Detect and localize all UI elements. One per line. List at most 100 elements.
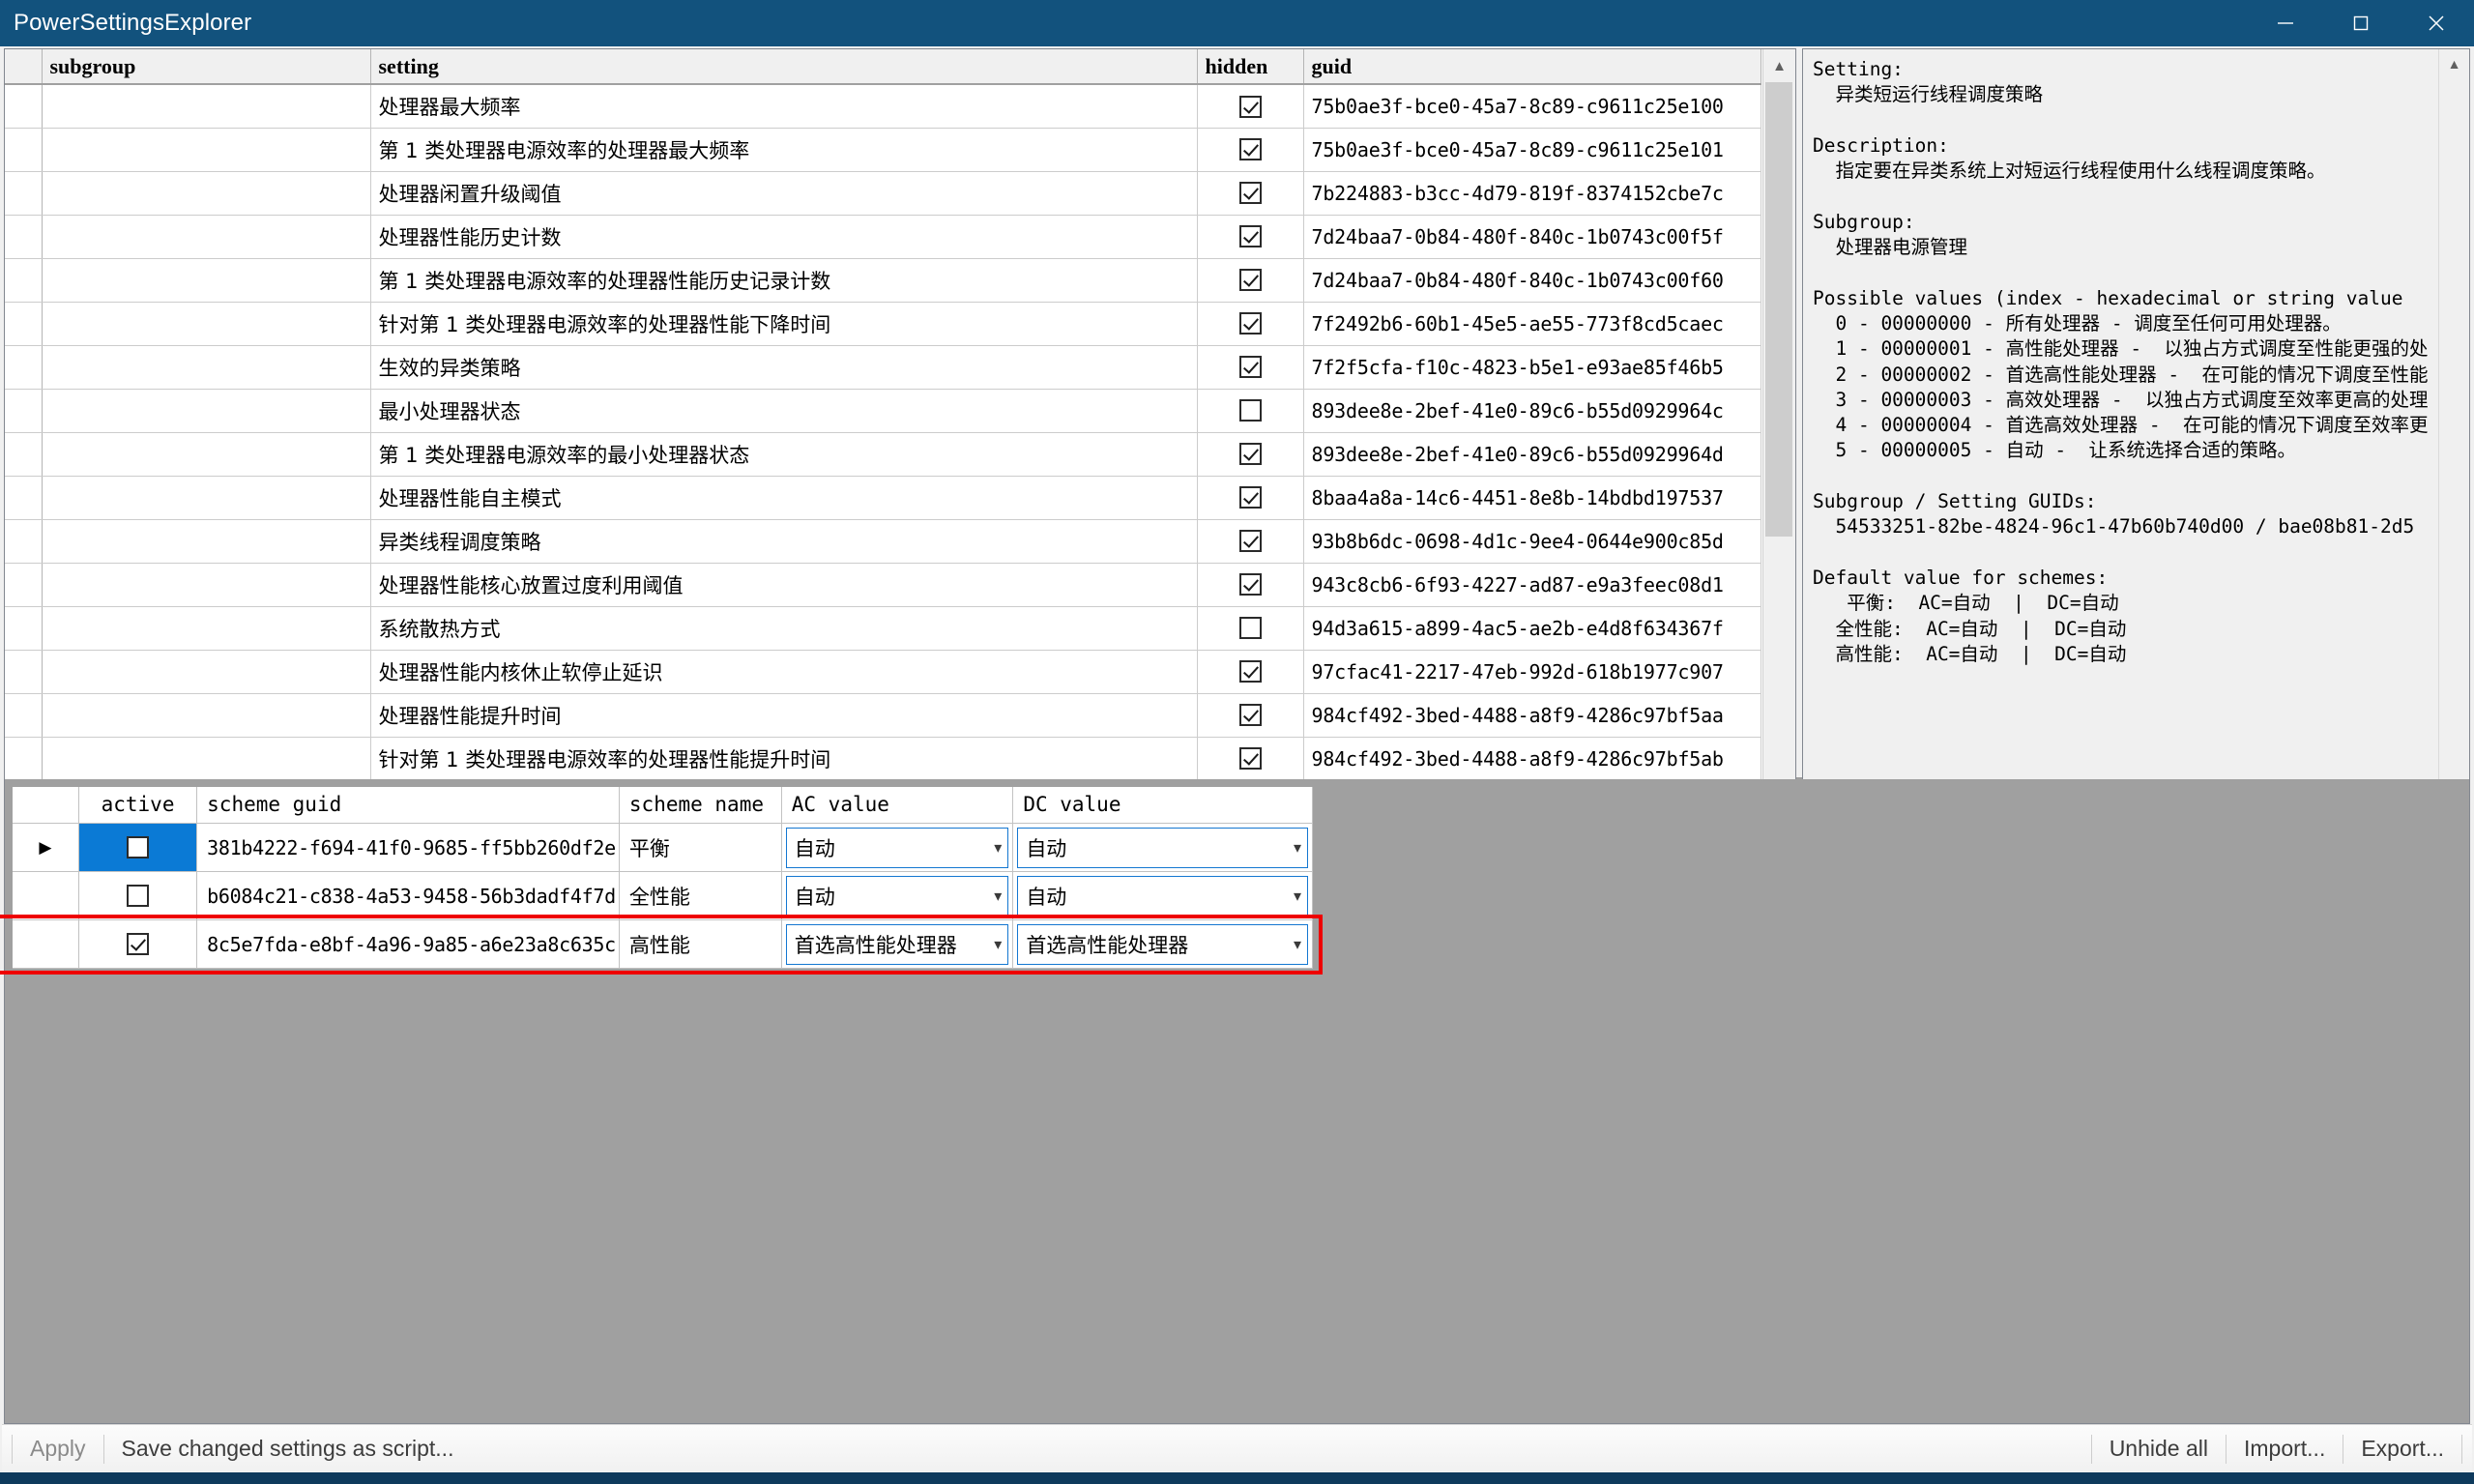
table-row[interactable]: 第 1 类处理器电源效率的处理器最大频率75b0ae3f-bce0-45a7-8… (5, 128, 1761, 171)
cell-guid[interactable]: 7f2492b6-60b1-45e5-ae55-773f8cd5caec (1303, 302, 1761, 345)
table-row[interactable]: 第 1 类处理器电源效率的最小处理器状态893dee8e-2bef-41e0-8… (5, 432, 1761, 476)
cell-setting[interactable]: 处理器性能核心放置过度利用阈值 (370, 563, 1197, 606)
column-header-rowselector[interactable] (5, 49, 42, 84)
cell-subgroup[interactable] (42, 563, 370, 606)
dc-value-dropdown[interactable]: 首选高性能处理器▾ (1017, 924, 1308, 965)
cell-guid[interactable]: 7f2f5cfa-f10c-4823-b5e1-e93ae85f46b5 (1303, 345, 1761, 389)
cell-ac-value[interactable]: 自动▾ (781, 872, 1013, 920)
cell-ac-value[interactable]: 首选高性能处理器▾ (781, 920, 1013, 969)
cell-hidden[interactable] (1197, 302, 1303, 345)
cell-active[interactable] (78, 872, 196, 920)
table-row[interactable]: 处理器闲置升级阈值7b224883-b3cc-4d79-819f-8374152… (5, 171, 1761, 215)
cell-subgroup[interactable] (42, 258, 370, 302)
scheme-row[interactable]: b6084c21-c838-4a53-9458-56b3dadf4f7d全性能自… (13, 872, 1313, 920)
cell-hidden[interactable] (1197, 563, 1303, 606)
chevron-up-icon[interactable]: ▲ (2439, 49, 2470, 78)
cell-dc-value[interactable]: 自动▾ (1013, 824, 1313, 872)
cell-scheme-name[interactable]: 高性能 (619, 920, 781, 969)
row-selector-cell[interactable] (5, 737, 42, 780)
cell-guid[interactable]: 943c8cb6-6f93-4227-ad87-e9a3feec08d1 (1303, 563, 1761, 606)
export-button[interactable]: Export... (2353, 1436, 2452, 1462)
hidden-checkbox[interactable] (1239, 617, 1262, 639)
cell-hidden[interactable] (1197, 476, 1303, 519)
close-button[interactable] (2399, 0, 2474, 46)
cell-hidden[interactable] (1197, 171, 1303, 215)
table-row[interactable]: 处理器性能提升时间984cf492-3bed-4488-a8f9-4286c97… (5, 693, 1761, 737)
cell-hidden[interactable] (1197, 606, 1303, 650)
cell-hidden[interactable] (1197, 650, 1303, 693)
cell-subgroup[interactable] (42, 215, 370, 258)
cell-hidden[interactable] (1197, 432, 1303, 476)
active-checkbox[interactable] (127, 933, 149, 955)
cell-subgroup[interactable] (42, 171, 370, 215)
hidden-checkbox[interactable] (1239, 96, 1262, 118)
cell-guid[interactable]: 93b8b6dc-0698-4d1c-9ee4-0644e900c85d (1303, 519, 1761, 563)
row-selector-cell[interactable] (5, 519, 42, 563)
cell-hidden[interactable] (1197, 737, 1303, 780)
cell-hidden[interactable] (1197, 693, 1303, 737)
cell-ac-value[interactable]: 自动▾ (781, 824, 1013, 872)
minimize-button[interactable] (2248, 0, 2323, 46)
maximize-button[interactable] (2323, 0, 2399, 46)
row-selector-cell[interactable] (5, 128, 42, 171)
cell-guid[interactable]: 984cf492-3bed-4488-a8f9-4286c97bf5ab (1303, 737, 1761, 780)
hidden-checkbox[interactable] (1239, 399, 1262, 422)
import-button[interactable]: Import... (2236, 1436, 2333, 1462)
cell-subgroup[interactable] (42, 432, 370, 476)
cell-setting[interactable]: 针对第 1 类处理器电源效率的处理器性能下降时间 (370, 302, 1197, 345)
cell-setting[interactable]: 处理器性能自主模式 (370, 476, 1197, 519)
hidden-checkbox[interactable] (1239, 182, 1262, 204)
cell-guid[interactable]: 8baa4a8a-14c6-4451-8e8b-14bdbd197537 (1303, 476, 1761, 519)
hidden-checkbox[interactable] (1239, 530, 1262, 552)
cell-guid[interactable]: 893dee8e-2bef-41e0-89c6-b55d0929964c (1303, 389, 1761, 432)
table-row[interactable]: 针对第 1 类处理器电源效率的处理器性能下降时间 7f2492b6-60b1-45… (5, 302, 1761, 345)
cell-setting[interactable]: 生效的异类策略 (370, 345, 1197, 389)
row-selector-cell[interactable] (5, 171, 42, 215)
cell-subgroup[interactable] (42, 519, 370, 563)
table-row[interactable]: 系统散热方式94d3a615-a899-4ac5-ae2b-e4d8f63436… (5, 606, 1761, 650)
unhide-all-button[interactable]: Unhide all (2102, 1436, 2216, 1462)
row-selector-cell[interactable] (5, 84, 42, 128)
apply-button[interactable]: Apply (22, 1436, 94, 1462)
save-script-button[interactable]: Save changed settings as script... (114, 1436, 462, 1462)
scheme-row-selector-cell[interactable]: ▶ (13, 824, 78, 872)
cell-dc-value[interactable]: 首选高性能处理器▾ (1013, 920, 1313, 969)
cell-subgroup[interactable] (42, 84, 370, 128)
cell-subgroup[interactable] (42, 606, 370, 650)
column-header-setting[interactable]: setting (370, 49, 1197, 84)
cell-subgroup[interactable] (42, 302, 370, 345)
ac-value-dropdown[interactable]: 自动▾ (786, 828, 1009, 868)
table-row[interactable]: 处理器性能内核休止软停止延识97cfac41-2217-47eb-992d-61… (5, 650, 1761, 693)
cell-setting[interactable]: 第 1 类处理器电源效率的处理器最大频率 (370, 128, 1197, 171)
active-checkbox[interactable] (127, 836, 149, 858)
hidden-checkbox[interactable] (1239, 138, 1262, 160)
cell-subgroup[interactable] (42, 128, 370, 171)
cell-guid[interactable]: 984cf492-3bed-4488-a8f9-4286c97bf5aa (1303, 693, 1761, 737)
hidden-checkbox[interactable] (1239, 747, 1262, 770)
scroll-up-arrow-icon[interactable]: ▲ (1763, 49, 1796, 82)
column-header-scheme-rowselector[interactable] (13, 787, 78, 824)
cell-guid[interactable]: 94d3a615-a899-4ac5-ae2b-e4d8f634367f (1303, 606, 1761, 650)
cell-setting[interactable]: 异类线程调度策略 (370, 519, 1197, 563)
table-row[interactable]: 处理器性能自主模式 8baa4a8a-14c6-4451-8e8b-14bdbd1… (5, 476, 1761, 519)
cell-hidden[interactable] (1197, 519, 1303, 563)
column-header-dc-value[interactable]: DC value (1013, 787, 1313, 824)
cell-scheme-guid[interactable]: b6084c21-c838-4a53-9458-56b3dadf4f7d (197, 872, 620, 920)
cell-active[interactable] (78, 824, 196, 872)
scheme-row[interactable]: 8c5e7fda-e8bf-4a96-9a85-a6e23a8c635c高性能首… (13, 920, 1313, 969)
cell-guid[interactable]: 97cfac41-2217-47eb-992d-618b1977c907 (1303, 650, 1761, 693)
column-header-hidden[interactable]: hidden (1197, 49, 1303, 84)
cell-hidden[interactable] (1197, 345, 1303, 389)
cell-subgroup[interactable] (42, 693, 370, 737)
cell-subgroup[interactable] (42, 345, 370, 389)
hidden-checkbox[interactable] (1239, 225, 1262, 247)
cell-setting[interactable]: 最小处理器状态 (370, 389, 1197, 432)
cell-setting[interactable]: 处理器闲置升级阈值 (370, 171, 1197, 215)
row-selector-cell[interactable] (5, 693, 42, 737)
table-row[interactable]: 针对第 1 类处理器电源效率的处理器性能提升时间984cf492-3bed-44… (5, 737, 1761, 780)
row-selector-cell[interactable] (5, 215, 42, 258)
cell-hidden[interactable] (1197, 258, 1303, 302)
cell-setting[interactable]: 处理器性能历史计数 (370, 215, 1197, 258)
cell-guid[interactable]: 75b0ae3f-bce0-45a7-8c89-c9611c25e100 (1303, 84, 1761, 128)
table-row[interactable]: 生效的异类策略 7f2f5cfa-f10c-4823-b5e1-e93ae85f4… (5, 345, 1761, 389)
